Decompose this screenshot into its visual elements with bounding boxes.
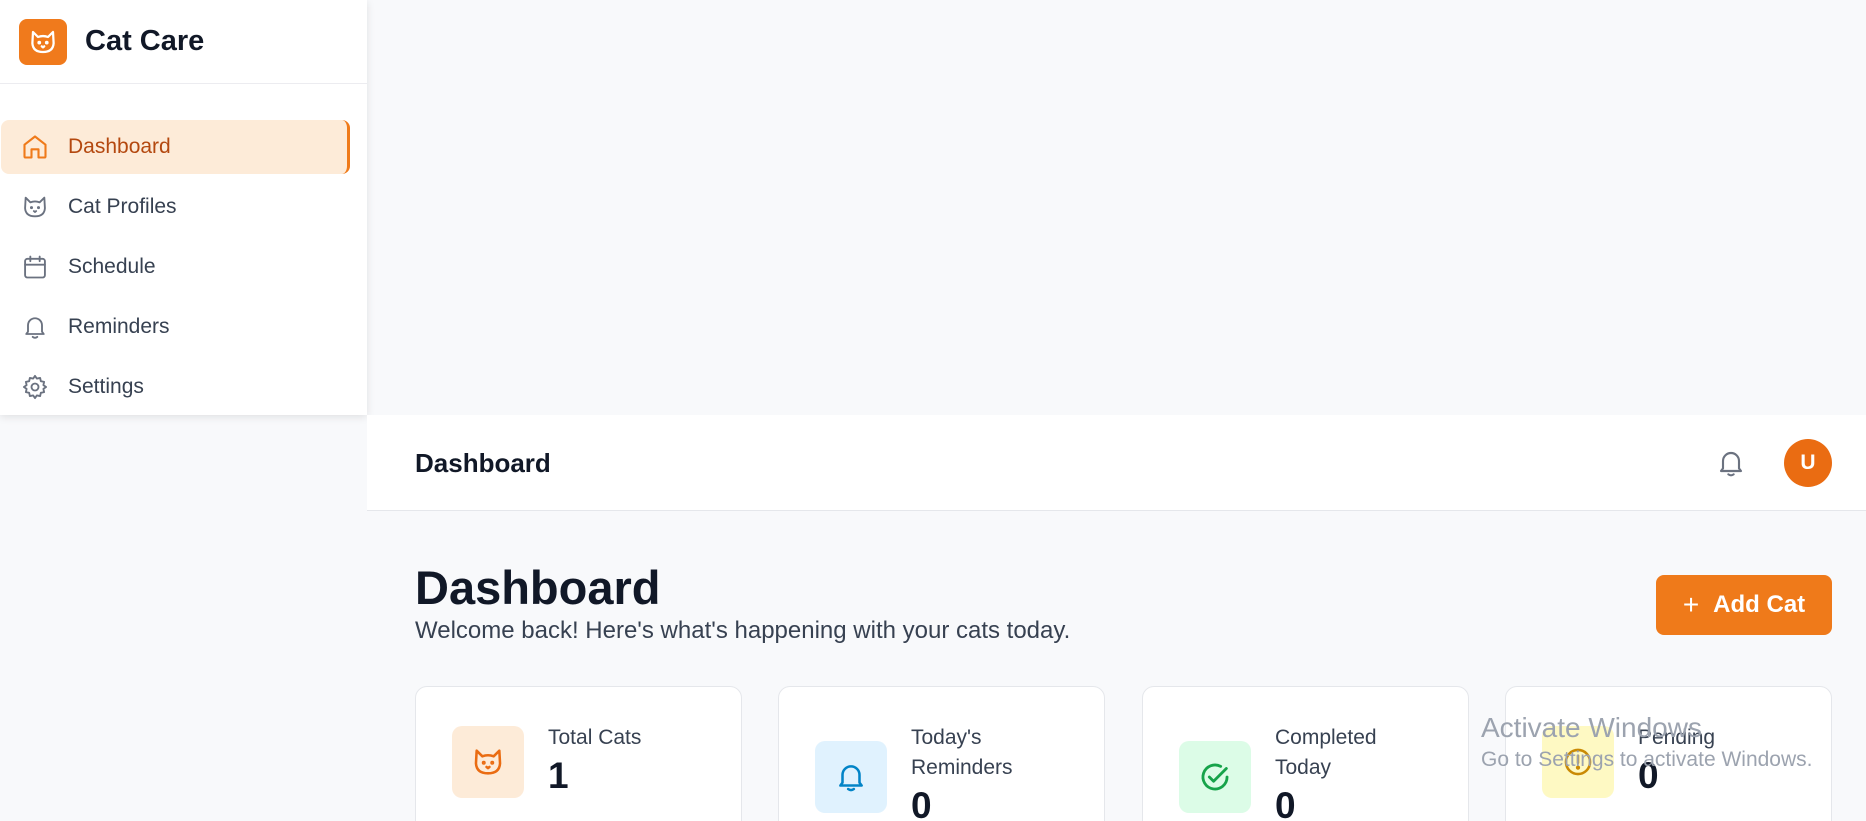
- stat-value: 0: [1275, 785, 1296, 821]
- stat-card-completed-today[interactable]: Completed Today 0: [1142, 686, 1469, 821]
- bell-icon: [815, 741, 887, 813]
- brand-name: Cat Care: [85, 25, 205, 57]
- sidebar-item-settings[interactable]: Settings: [1, 360, 350, 414]
- sidebar-item-label: Schedule: [68, 255, 156, 278]
- sidebar-item-schedule[interactable]: Schedule: [1, 240, 350, 294]
- page-subtitle: Welcome back! Here's what's happening wi…: [415, 617, 1071, 644]
- cat-face-icon: [452, 726, 524, 798]
- stat-value: 1: [548, 755, 569, 796]
- page-title: Dashboard: [415, 561, 661, 614]
- top-header: Dashboard U: [367, 415, 1866, 511]
- sidebar-nav: Dashboard Cat Profiles Schedule Reminder…: [0, 84, 367, 414]
- gear-icon: [20, 372, 50, 402]
- header-title: Dashboard: [415, 448, 551, 478]
- stat-label: Total Cats: [548, 726, 642, 749]
- add-cat-label: Add Cat: [1713, 591, 1806, 618]
- sidebar-item-dashboard[interactable]: Dashboard: [1, 120, 350, 174]
- sidebar-item-reminders[interactable]: Reminders: [1, 300, 350, 354]
- stat-label: Today's Reminders: [911, 726, 1013, 779]
- sidebar-item-label: Dashboard: [68, 135, 171, 158]
- brand[interactable]: Cat Care: [0, 0, 367, 84]
- stat-label: Completed Today: [1275, 726, 1377, 779]
- cat-face-icon: [19, 18, 67, 65]
- plus-icon: +: [1682, 589, 1700, 620]
- sidebar-item-cat-profiles[interactable]: Cat Profiles: [1, 180, 350, 234]
- sidebar-item-label: Settings: [68, 375, 144, 398]
- stat-card-todays-reminders[interactable]: Today's Reminders 0: [778, 686, 1105, 821]
- stat-card-total-cats[interactable]: Total Cats 1: [415, 686, 742, 821]
- add-cat-button[interactable]: + Add Cat: [1656, 575, 1832, 635]
- notifications-bell-icon[interactable]: [1715, 447, 1747, 479]
- bell-icon: [20, 312, 50, 342]
- sidebar-item-label: Reminders: [68, 315, 170, 338]
- sidebar: Cat Care Dashboard Cat Profiles Schedule…: [0, 0, 367, 415]
- check-circle-icon: [1179, 741, 1251, 813]
- calendar-icon: [20, 252, 50, 282]
- alert-circle-icon: [1542, 726, 1614, 798]
- cat-face-icon: [20, 192, 50, 222]
- stat-label: Pending: [1638, 726, 1716, 749]
- stat-card-pending[interactable]: Pending 0: [1505, 686, 1832, 821]
- sidebar-item-label: Cat Profiles: [68, 195, 177, 218]
- home-icon: [20, 132, 50, 162]
- stat-value: 0: [911, 785, 932, 821]
- stat-value: 0: [1638, 755, 1659, 796]
- user-avatar[interactable]: U: [1784, 439, 1832, 487]
